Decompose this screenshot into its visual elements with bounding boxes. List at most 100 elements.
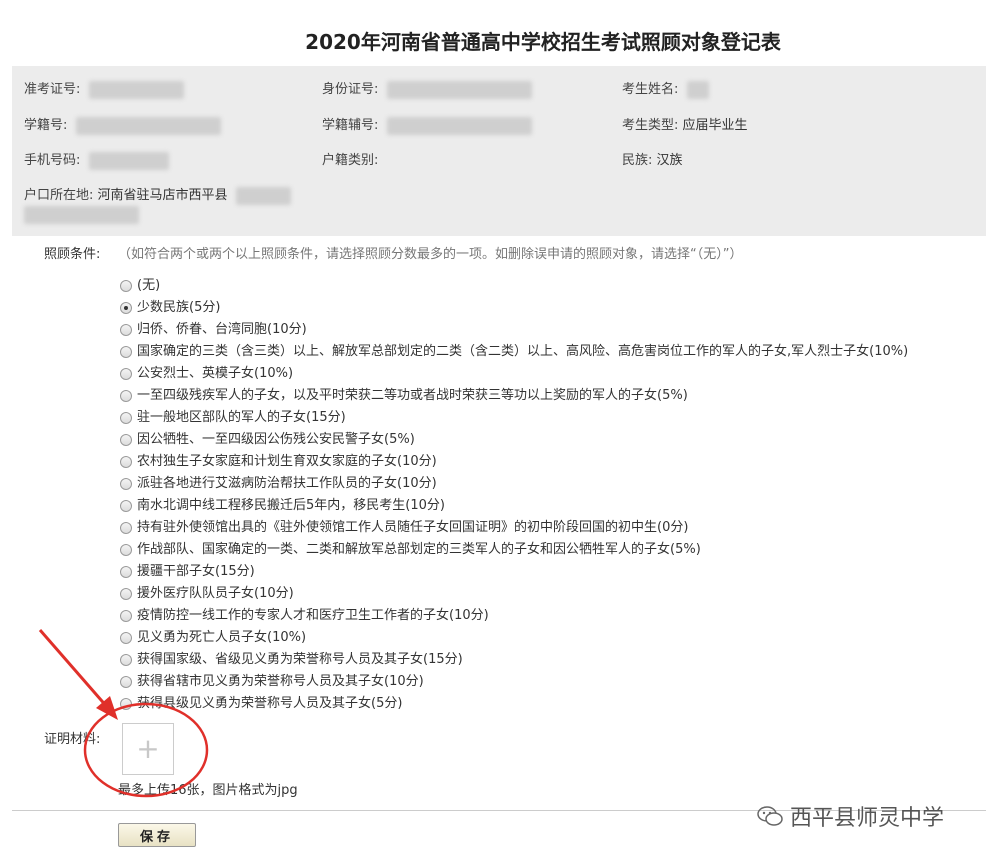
condition-option-label: 作战部队、国家确定的一类、二类和解放军总部划定的三类军人的子女和因公牺牲军人的子… xyxy=(137,542,701,557)
condition-option[interactable]: (无) xyxy=(120,275,908,297)
radio-button[interactable] xyxy=(120,632,132,644)
student-info-panel: 准考证号: 身份证号: 考生姓名: 学籍号: 学籍辅号: 考生类型: 应届毕业生… xyxy=(12,66,986,236)
radio-button[interactable] xyxy=(120,368,132,380)
student-no-redacted xyxy=(75,116,221,135)
condition-option[interactable]: 驻一般地区部队的军人的子女(15分) xyxy=(120,407,908,429)
condition-option[interactable]: 援疆干部子女(15分) xyxy=(120,561,908,583)
condition-option[interactable]: 获得省辖市见义勇为荣誉称号人员及其子女(10分) xyxy=(120,671,908,693)
radio-button[interactable] xyxy=(120,500,132,512)
condition-option[interactable]: 因公牺牲、一至四级因公伤残公安民警子女(5%) xyxy=(120,429,908,451)
save-button[interactable]: 保存 xyxy=(118,823,196,847)
residence-redacted-line2 xyxy=(24,206,139,224)
residence-label: 户口所在地: xyxy=(24,188,94,203)
type-value: 应届毕业生 xyxy=(682,118,748,133)
condition-option[interactable]: 少数民族(5分) xyxy=(120,297,908,319)
conditions-label: 照顾条件: xyxy=(44,247,101,262)
upload-button[interactable]: + xyxy=(122,723,174,775)
material-label: 证明材料: xyxy=(44,732,101,747)
ethnicity-value: 汉族 xyxy=(656,153,683,168)
radio-button[interactable] xyxy=(120,302,132,314)
exam-no-label: 准考证号: xyxy=(24,82,81,97)
condition-option[interactable]: 农村独生子女家庭和计划生育双女家庭的子女(10分) xyxy=(120,451,908,473)
name-redacted xyxy=(686,80,709,99)
id-no-redacted xyxy=(386,80,532,99)
condition-option-label: 农村独生子女家庭和计划生育双女家庭的子女(10分) xyxy=(137,454,437,469)
residence-redacted xyxy=(235,186,291,205)
watermark-text: 西平县师灵中学 xyxy=(790,806,945,831)
condition-option-label: 见义勇为死亡人员子女(10%) xyxy=(137,630,307,645)
radio-button[interactable] xyxy=(120,588,132,600)
condition-option[interactable]: 国家确定的三类（含三类）以上、解放军总部划定的二类（含二类）以上、高风险、高危害… xyxy=(120,341,908,363)
radio-button[interactable] xyxy=(120,280,132,292)
page-title: 2020年河南省普通高中学校招生考试照顾对象登记表 xyxy=(305,30,781,54)
radio-button[interactable] xyxy=(120,412,132,424)
exam-no-redacted xyxy=(88,80,184,99)
condition-option-label: 因公牺牲、一至四级因公伤残公安民警子女(5%) xyxy=(137,432,415,447)
radio-button[interactable] xyxy=(120,654,132,666)
student-no-field: 学籍号: xyxy=(24,114,221,135)
plus-icon: + xyxy=(136,732,160,765)
phone-field: 手机号码: xyxy=(24,149,169,170)
radio-button[interactable] xyxy=(120,544,132,556)
condition-option-label: 获得国家级、省级见义勇为荣誉称号人员及其子女(15分) xyxy=(137,652,463,667)
student-aux-label: 学籍辅号: xyxy=(322,118,379,133)
wechat-icon xyxy=(757,806,783,826)
condition-option[interactable]: 持有驻外使领馆出具的《驻外使领馆工作人员随任子女回国证明》的初中阶段回国的初中生… xyxy=(120,517,908,539)
name-label: 考生姓名: xyxy=(622,82,679,97)
upload-hint: 最多上传16张，图片格式为jpg xyxy=(118,783,298,798)
type-field: 考生类型: 应届毕业生 xyxy=(622,114,748,133)
condition-option-label: 国家确定的三类（含三类）以上、解放军总部划定的二类（含二类）以上、高风险、高危害… xyxy=(137,344,909,359)
type-label: 考生类型: xyxy=(622,118,679,133)
condition-option-label: 疫情防控一线工作的专家人才和医疗卫生工作者的子女(10分) xyxy=(137,608,489,623)
condition-option-label: 归侨、侨眷、台湾同胞(10分) xyxy=(137,322,307,337)
exam-no-field: 准考证号: xyxy=(24,78,184,99)
condition-option[interactable]: 见义勇为死亡人员子女(10%) xyxy=(120,627,908,649)
condition-option-label: 持有驻外使领馆出具的《驻外使领馆工作人员随任子女回国证明》的初中阶段回国的初中生… xyxy=(137,520,689,535)
id-no-field: 身份证号: xyxy=(322,78,532,99)
condition-option[interactable]: 派驻各地进行艾滋病防治帮扶工作队员的子女(10分) xyxy=(120,473,908,495)
residence-field: 户口所在地: 河南省驻马店市西平县 xyxy=(24,184,291,205)
ethnicity-field: 民族: 汉族 xyxy=(622,149,683,168)
radio-button[interactable] xyxy=(120,478,132,490)
radio-button[interactable] xyxy=(120,610,132,622)
condition-option[interactable]: 获得国家级、省级见义勇为荣誉称号人员及其子女(15分) xyxy=(120,649,908,671)
conditions-hint: （如符合两个或两个以上照顾条件，请选择照顾分数最多的一项。如删除误申请的照顾对象… xyxy=(118,247,743,262)
conditions-radio-group: (无) 少数民族(5分) 归侨、侨眷、台湾同胞(10分) 国家确定的三类（含三类）以上… xyxy=(120,275,908,715)
condition-option-label: 援外医疗队队员子女(10分) xyxy=(137,586,294,601)
radio-button[interactable] xyxy=(120,698,132,710)
phone-redacted xyxy=(88,151,169,170)
radio-button[interactable] xyxy=(120,390,132,402)
condition-option[interactable]: 获得县级见义勇为荣誉称号人员及其子女(5分) xyxy=(120,693,908,715)
condition-option-label: 驻一般地区部队的军人的子女(15分) xyxy=(137,410,346,425)
condition-option-label: 派驻各地进行艾滋病防治帮扶工作队员的子女(10分) xyxy=(137,476,437,491)
condition-option[interactable]: 南水北调中线工程移民搬迁后5年内，移民考生(10分) xyxy=(120,495,908,517)
arrow-icon xyxy=(38,629,118,720)
id-no-label: 身份证号: xyxy=(322,82,379,97)
radio-button[interactable] xyxy=(120,566,132,578)
name-field: 考生姓名: xyxy=(622,78,709,99)
radio-button[interactable] xyxy=(120,324,132,336)
household-type-field: 户籍类别: xyxy=(322,149,378,168)
radio-button[interactable] xyxy=(120,346,132,358)
ethnicity-label: 民族: xyxy=(622,153,653,168)
residence-value: 河南省驻马店市西平县 xyxy=(97,188,228,203)
radio-button[interactable] xyxy=(120,434,132,446)
watermark: 西平县师灵中学 xyxy=(756,800,944,832)
household-type-label: 户籍类别: xyxy=(322,153,379,168)
condition-option[interactable]: 援外医疗队队员子女(10分) xyxy=(120,583,908,605)
condition-option-label: 公安烈士、英模子女(10%) xyxy=(137,366,294,381)
condition-option-label: 获得省辖市见义勇为荣誉称号人员及其子女(10分) xyxy=(137,674,424,689)
condition-option[interactable]: 作战部队、国家确定的一类、二类和解放军总部划定的三类军人的子女和因公牺牲军人的子… xyxy=(120,539,908,561)
condition-option-label: 少数民族(5分) xyxy=(137,300,221,315)
phone-label: 手机号码: xyxy=(24,153,81,168)
condition-option[interactable]: 疫情防控一线工作的专家人才和医疗卫生工作者的子女(10分) xyxy=(120,605,908,627)
residence-line2 xyxy=(24,206,139,224)
condition-option[interactable]: 归侨、侨眷、台湾同胞(10分) xyxy=(120,319,908,341)
condition-option[interactable]: 一至四级残疾军人的子女，以及平时荣获二等功或者战时荣获三等功以上奖励的军人的子女… xyxy=(120,385,908,407)
radio-button[interactable] xyxy=(120,456,132,468)
condition-option-label: 一至四级残疾军人的子女，以及平时荣获二等功或者战时荣获三等功以上奖励的军人的子女… xyxy=(137,388,688,403)
radio-button[interactable] xyxy=(120,676,132,688)
radio-button[interactable] xyxy=(120,522,132,534)
condition-option[interactable]: 公安烈士、英模子女(10%) xyxy=(120,363,908,385)
student-aux-redacted xyxy=(386,116,532,135)
